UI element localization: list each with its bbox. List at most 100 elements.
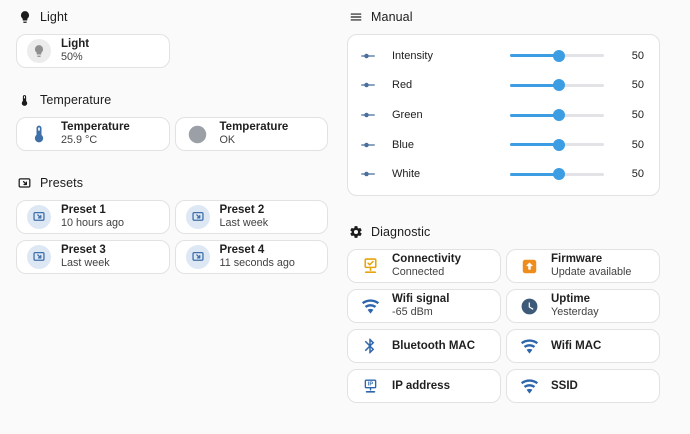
preset-3-button[interactable]: Preset 3 Last week: [16, 240, 170, 274]
uptime-card[interactable]: Uptime Yesterday: [506, 289, 660, 323]
wifi-signal-value: -65 dBm: [392, 306, 449, 319]
device-page: Light Light 50% Temperature: [0, 0, 690, 434]
wifi-signal-title: Wifi signal: [392, 292, 449, 306]
slider-label: White: [392, 168, 510, 180]
lightbulb-icon: [27, 39, 51, 63]
lightbulb-icon: [17, 10, 32, 25]
bluetooth-mac-title: Bluetooth MAC: [392, 339, 475, 353]
light-card-state: 50%: [61, 51, 89, 64]
bluetooth-mac-card[interactable]: Bluetooth MAC: [347, 329, 501, 363]
slider-thumb[interactable]: [553, 109, 565, 121]
bluetooth-icon: [358, 337, 382, 355]
clock-icon: [517, 297, 541, 316]
preset-timestamp: Last week: [220, 217, 269, 230]
slider-label: Red: [392, 79, 510, 91]
preset-monitor-icon: [27, 245, 51, 269]
temperature-section-header: Temperature: [17, 92, 328, 108]
temperature-status-value: OK: [220, 134, 289, 147]
connectivity-title: Connectivity: [392, 252, 461, 266]
preset-timestamp: 11 seconds ago: [220, 257, 295, 270]
light-section-title: Light: [40, 10, 68, 24]
green-slider[interactable]: [510, 108, 604, 122]
connectivity-card[interactable]: Connectivity Connected: [347, 249, 501, 283]
intensity-slider[interactable]: [510, 49, 604, 63]
left-column: Light Light 50% Temperature: [16, 9, 328, 434]
red-slider[interactable]: [510, 78, 604, 92]
preset-monitor-icon: [186, 205, 210, 229]
slider-value: 50: [612, 50, 644, 62]
slider-row-green: Green 50: [359, 100, 644, 130]
blue-slider[interactable]: [510, 138, 604, 152]
manual-section-header: Manual: [348, 9, 660, 25]
slider-row-blue: Blue 50: [359, 130, 644, 160]
preset-timestamp: Last week: [61, 257, 110, 270]
ip-address-card[interactable]: IP IP address: [347, 369, 501, 403]
light-section-header: Light: [17, 9, 328, 25]
temperature-card-title: Temperature: [61, 120, 130, 134]
package-up-icon: [517, 257, 541, 276]
light-card-title: Light: [61, 37, 89, 51]
temperature-card-value: 25.9 °C: [61, 134, 130, 147]
temperature-section-title: Temperature: [40, 93, 111, 107]
menu-icon: [348, 10, 363, 25]
preset-title: Preset 1: [61, 203, 124, 217]
preset-1-button[interactable]: Preset 1 10 hours ago: [16, 200, 170, 234]
firmware-state: Update available: [551, 266, 631, 279]
light-card[interactable]: Light 50%: [16, 34, 170, 68]
slider-thumb[interactable]: [553, 79, 565, 91]
check-circle-icon: [186, 124, 210, 145]
slider-thumb[interactable]: [553, 50, 565, 62]
slider-thumb[interactable]: [553, 168, 565, 180]
ssid-card[interactable]: SSID: [506, 369, 660, 403]
slider-value: 50: [612, 139, 644, 151]
wifi-mac-title: Wifi MAC: [551, 339, 601, 353]
wifi-signal-card[interactable]: Wifi signal -65 dBm: [347, 289, 501, 323]
preset-timestamp: 10 hours ago: [61, 217, 124, 230]
ssid-title: SSID: [551, 379, 578, 393]
preset-4-button[interactable]: Preset 4 11 seconds ago: [175, 240, 329, 274]
slider-thumb[interactable]: [553, 139, 565, 151]
uptime-title: Uptime: [551, 292, 599, 306]
diagnostic-section-header: Diagnostic: [348, 224, 660, 240]
slider-row-red: Red 50: [359, 71, 644, 101]
preset-2-button[interactable]: Preset 2 Last week: [175, 200, 329, 234]
preset-title: Preset 4: [220, 243, 295, 257]
preset-title: Preset 2: [220, 203, 269, 217]
slider-row-intensity: Intensity 50: [359, 41, 644, 71]
preset-monitor-icon: [17, 176, 32, 191]
ip-address-title: IP address: [392, 379, 450, 393]
tune-icon: [359, 136, 379, 154]
right-column: Manual Intensity 50 Red 50: [347, 9, 660, 434]
white-slider[interactable]: [510, 167, 604, 181]
tune-icon: [359, 165, 379, 183]
firmware-card[interactable]: Firmware Update available: [506, 249, 660, 283]
slider-value: 50: [612, 79, 644, 91]
uptime-value: Yesterday: [551, 306, 599, 319]
temperature-status-title: Temperature: [220, 120, 289, 134]
preset-title: Preset 3: [61, 243, 110, 257]
preset-monitor-icon: [186, 245, 210, 269]
ip-network-icon: IP: [358, 377, 382, 396]
wifi-mac-card[interactable]: Wifi MAC: [506, 329, 660, 363]
slider-label: Blue: [392, 139, 510, 151]
slider-value: 50: [612, 168, 644, 180]
tune-icon: [359, 106, 379, 124]
slider-label: Green: [392, 109, 510, 121]
presets-section-header: Presets: [17, 175, 328, 191]
svg-text:IP: IP: [367, 381, 373, 387]
slider-row-white: White 50: [359, 159, 644, 189]
thermometer-icon: [27, 124, 51, 144]
slider-label: Intensity: [392, 50, 510, 62]
tune-icon: [359, 76, 379, 94]
diagnostic-section-title: Diagnostic: [371, 225, 430, 239]
temperature-status-card[interactable]: Temperature OK: [175, 117, 329, 151]
wifi-icon: [517, 337, 541, 356]
presets-section-title: Presets: [40, 176, 83, 190]
preset-monitor-icon: [27, 205, 51, 229]
thermometer-icon: [17, 93, 32, 108]
temperature-sensor-card[interactable]: Temperature 25.9 °C: [16, 117, 170, 151]
wifi-icon: [358, 297, 382, 316]
connectivity-state: Connected: [392, 266, 461, 279]
tune-icon: [359, 47, 379, 65]
manual-sliders-card: Intensity 50 Red 50 Green 50: [347, 34, 660, 196]
